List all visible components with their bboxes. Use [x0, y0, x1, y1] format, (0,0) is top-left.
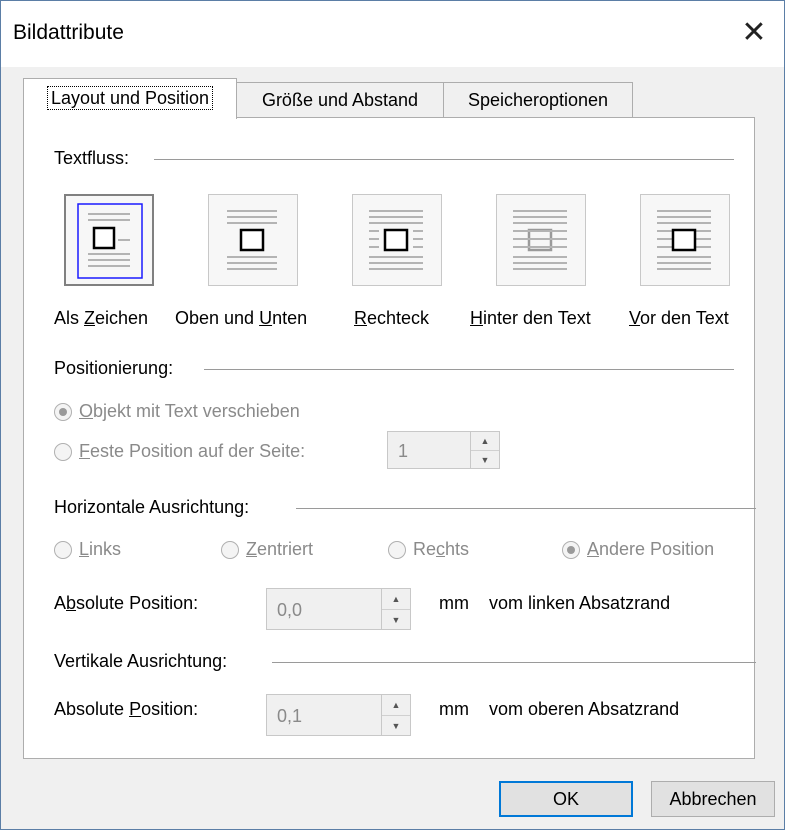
horizontal-abs-position-label: Absolute Position:: [54, 593, 199, 613]
align-center-radio[interactable]: [221, 541, 239, 559]
top-and-bottom-icon: [227, 210, 277, 270]
align-left-radio[interactable]: [54, 541, 72, 559]
spin-up-icon[interactable]: ▲: [382, 589, 410, 610]
group-divider: [296, 508, 756, 509]
move-with-text-label: Objekt mit Text verschieben: [79, 401, 300, 421]
in-front-of-text-icon: [657, 210, 711, 270]
align-other-radio[interactable]: [562, 541, 580, 559]
page-number-value: 1: [398, 441, 409, 461]
title-bar: Bildattribute ✕: [1, 1, 784, 67]
tab-panel-layout: Textfluss: Als Zeichen Oben und Unten Re…: [23, 117, 756, 759]
spin-down-icon[interactable]: ▼: [382, 610, 410, 630]
wrap-label-behind: Hinter den Text: [470, 308, 591, 328]
horizontal-reference: vom linken Absatzrand: [489, 593, 671, 613]
tab-speicheroptionen[interactable]: Speicheroptionen: [443, 82, 633, 117]
spinner-buttons: ▲ ▼: [381, 695, 410, 735]
textfluss-heading: Textfluss:: [54, 148, 130, 168]
wrap-option-in-front[interactable]: [640, 194, 730, 286]
group-divider: [272, 662, 756, 663]
wrap-option-square[interactable]: [352, 194, 442, 286]
wrap-label-square: Rechteck: [354, 308, 430, 328]
align-right-label: Rechts: [413, 539, 470, 559]
move-with-text-radio[interactable]: [54, 403, 72, 421]
spin-up-icon[interactable]: ▲: [471, 432, 499, 451]
align-center-label: Zentriert: [246, 539, 314, 559]
spin-down-icon[interactable]: ▼: [382, 716, 410, 736]
spin-up-icon[interactable]: ▲: [382, 695, 410, 716]
wrap-label-inline: Als Zeichen: [54, 308, 149, 328]
vertical-alignment-heading: Vertikale Ausrichtung:: [54, 651, 228, 671]
wrap-label-top-bottom: Oben und Unten: [175, 308, 308, 328]
align-left-label: Links: [79, 539, 122, 559]
vertical-unit: mm: [439, 699, 469, 719]
group-divider: [204, 369, 734, 370]
inline-with-text-icon: [77, 203, 143, 279]
page-number-spinner[interactable]: 1 ▲ ▼: [387, 431, 500, 469]
tab-groesse-und-abstand[interactable]: Größe und Abstand: [235, 82, 445, 117]
wrap-option-top-bottom[interactable]: [208, 194, 298, 286]
wrap-option-behind[interactable]: [496, 194, 586, 286]
square-wrap-icon: [369, 210, 423, 270]
align-other-label: Andere Position: [587, 539, 715, 559]
vertical-abs-position-label: Absolute Position:: [54, 699, 199, 719]
close-icon[interactable]: ✕: [732, 13, 776, 53]
ok-button[interactable]: OK: [499, 781, 633, 817]
group-divider: [154, 159, 734, 160]
tab-layout-und-position[interactable]: Layout und Position: [23, 78, 237, 119]
vertical-reference: vom oberen Absatzrand: [489, 699, 680, 719]
horizontal-position-spinner[interactable]: 0,0 ▲ ▼: [266, 588, 411, 630]
fixed-position-label: Feste Position auf der Seite:: [79, 441, 306, 461]
positionierung-heading: Positionierung:: [54, 358, 174, 378]
tab-label: Layout und Position: [46, 86, 214, 110]
vertical-position-value: 0,1: [277, 706, 303, 726]
fixed-position-radio[interactable]: [54, 443, 72, 461]
spin-down-icon[interactable]: ▼: [471, 451, 499, 469]
behind-text-icon: [513, 210, 567, 270]
window-title: Bildattribute: [13, 21, 124, 44]
cancel-button[interactable]: Abbrechen: [651, 781, 775, 817]
align-right-radio[interactable]: [388, 541, 406, 559]
vertical-position-spinner[interactable]: 0,1 ▲ ▼: [266, 694, 411, 736]
horizontal-unit: mm: [439, 593, 469, 613]
image-attributes-dialog: Bildattribute ✕ Layout und Position Größ…: [0, 0, 785, 830]
wrap-option-inline[interactable]: [64, 194, 154, 286]
horizontal-position-value: 0,0: [277, 600, 303, 620]
spinner-buttons: ▲ ▼: [381, 589, 410, 629]
spinner-buttons: ▲ ▼: [470, 432, 499, 468]
wrap-label-in-front: Vor den Text: [629, 308, 729, 328]
horizontal-alignment-heading: Horizontale Ausrichtung:: [54, 497, 250, 517]
